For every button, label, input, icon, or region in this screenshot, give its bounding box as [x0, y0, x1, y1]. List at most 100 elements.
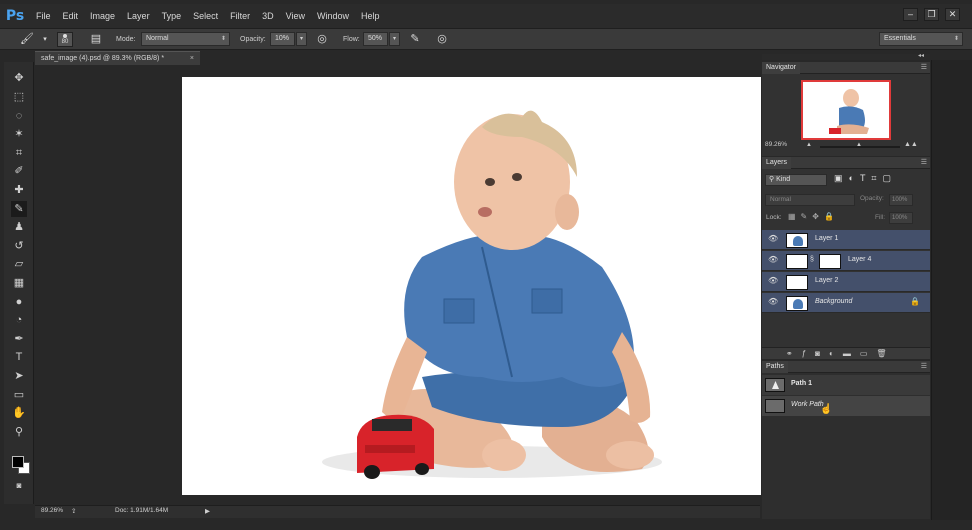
- layers-panel-header: Layers ☰: [762, 157, 930, 169]
- menu-window[interactable]: Window: [311, 4, 355, 28]
- filter-kind-value: Kind: [776, 176, 791, 183]
- visibility-eye-icon[interactable]: 👁: [768, 276, 778, 288]
- path-row[interactable]: Path 1: [762, 375, 930, 395]
- document-close-icon[interactable]: ×: [190, 52, 194, 65]
- restore-button[interactable]: ❐: [924, 8, 939, 21]
- menu-image[interactable]: Image: [84, 4, 121, 28]
- quick-mask-icon[interactable]: ◙: [11, 478, 27, 494]
- minimize-button[interactable]: –: [903, 8, 918, 21]
- layer-opacity-input[interactable]: 100%: [889, 194, 913, 206]
- layer-mask-thumbnail[interactable]: [819, 254, 841, 269]
- opacity-slider-toggle[interactable]: ▾: [296, 32, 307, 46]
- navigator-menu-icon[interactable]: ☰: [921, 62, 927, 74]
- eyedropper-tool-icon[interactable]: ✐: [11, 163, 27, 179]
- foreground-color-swatch[interactable]: [12, 456, 24, 468]
- menu-view[interactable]: View: [280, 4, 311, 28]
- flow-slider-toggle[interactable]: ▾: [389, 32, 400, 46]
- brush-preset-picker[interactable]: 80: [57, 32, 73, 47]
- visibility-eye-icon[interactable]: 👁: [768, 297, 778, 309]
- path-thumbnail: [765, 378, 785, 392]
- toolbox: ✥ ⬚ ◌ ✶ ⌗ ✐ ✚ ✎ ♟ ↺ ▱ ▦ ● ◔ ✒ T ➤ ▭ ✋ ⚲ …: [4, 62, 34, 504]
- gradient-tool-icon[interactable]: ▦: [11, 275, 27, 291]
- blend-mode-select[interactable]: Normal: [765, 194, 855, 206]
- brush-tool-icon[interactable]: ✎: [11, 201, 27, 217]
- airbrush-icon[interactable]: ✎: [408, 32, 422, 47]
- quick-select-tool-icon[interactable]: ✶: [11, 126, 27, 142]
- clone-stamp-tool-icon[interactable]: ♟: [11, 219, 27, 235]
- move-tool-icon[interactable]: ✥: [11, 70, 27, 86]
- path-name: Path 1: [791, 380, 813, 387]
- type-tool-icon[interactable]: T: [11, 349, 27, 365]
- zoom-out-icon[interactable]: ▲: [806, 142, 812, 148]
- menu-select[interactable]: Select: [187, 4, 224, 28]
- layer-row[interactable]: 👁 Layer 2: [762, 272, 930, 292]
- navigator-thumbnail[interactable]: [801, 80, 891, 140]
- document-tab[interactable]: safe_image (4).psd @ 89.3% (RGB/8) * ×: [35, 51, 200, 65]
- brush-panel-toggle-icon[interactable]: ▤: [89, 32, 103, 47]
- tab-navigator[interactable]: Navigator: [762, 62, 800, 74]
- blur-tool-icon[interactable]: ●: [11, 294, 27, 310]
- crop-tool-icon[interactable]: ⌗: [11, 145, 27, 161]
- zoom-slider-handle[interactable]: ▲: [856, 142, 862, 148]
- healing-brush-tool-icon[interactable]: ✚: [11, 182, 27, 198]
- mode-select[interactable]: Normal: [141, 32, 230, 46]
- eraser-tool-icon[interactable]: ▱: [11, 256, 27, 272]
- layer-row[interactable]: 👁 § Layer 4: [762, 251, 930, 271]
- zoom-in-icon[interactable]: ▲▲: [904, 141, 918, 148]
- layer-filter-select[interactable]: ⚲ Kind: [765, 174, 827, 186]
- lock-label: Lock:: [766, 214, 782, 221]
- fill-input[interactable]: 100%: [889, 212, 913, 224]
- status-bar: 89.26% ⇪ Doc: 1.91M/1.64M ▶: [35, 505, 760, 518]
- history-brush-tool-icon[interactable]: ↺: [11, 238, 27, 254]
- collapse-panels-icon[interactable]: ◂◂: [918, 52, 924, 59]
- layer-row[interactable]: 👁 Layer 1: [762, 230, 930, 250]
- menu-help[interactable]: Help: [355, 4, 386, 28]
- layer-row[interactable]: 👁 Background 🔒: [762, 293, 930, 313]
- marquee-tool-icon[interactable]: ⬚: [11, 89, 27, 105]
- flow-label: Flow:: [343, 36, 360, 43]
- zoom-tool-icon[interactable]: ⚲: [11, 424, 27, 440]
- menu-3d[interactable]: 3D: [256, 4, 280, 28]
- tool-preset-dropdown-icon[interactable]: ▾: [38, 32, 52, 47]
- document-title: safe_image (4).psd @ 89.3% (RGB/8) *: [41, 55, 165, 62]
- layer-name: Layer 2: [815, 277, 839, 284]
- dodge-tool-icon[interactable]: ◔: [11, 312, 27, 328]
- brush-tool-icon[interactable]: 🖌: [20, 32, 34, 47]
- link-icon: §: [810, 256, 814, 263]
- export-icon[interactable]: ⇪: [71, 507, 76, 515]
- visibility-eye-icon[interactable]: 👁: [768, 234, 778, 246]
- pen-tool-icon[interactable]: ✒: [11, 331, 27, 347]
- photoshop-logo: Ps: [5, 8, 25, 24]
- tab-paths[interactable]: Paths: [762, 361, 788, 373]
- opacity-input[interactable]: 10%: [270, 32, 295, 46]
- lock-icons[interactable]: ▦✎✥🔒: [788, 212, 839, 221]
- pressure-opacity-icon[interactable]: ◎: [315, 32, 329, 47]
- document-canvas[interactable]: [182, 77, 761, 495]
- paths-menu-icon[interactable]: ☰: [921, 361, 927, 373]
- menu-file[interactable]: File: [30, 4, 57, 28]
- layer-thumbnail: [786, 254, 808, 269]
- path-select-tool-icon[interactable]: ➤: [11, 368, 27, 384]
- workspace-select[interactable]: Essentials: [879, 32, 963, 46]
- pressure-size-icon[interactable]: ◎: [435, 32, 449, 47]
- menu-type[interactable]: Type: [156, 4, 188, 28]
- layers-menu-icon[interactable]: ☰: [921, 157, 927, 169]
- path-row[interactable]: Work Path ☝: [762, 396, 930, 416]
- right-dock-strip: [931, 60, 972, 520]
- close-button[interactable]: ✕: [945, 8, 960, 21]
- layer-filter-icons[interactable]: ▣◐T⌗▢: [834, 173, 897, 184]
- navigator-zoom-value[interactable]: 89.26%: [765, 141, 787, 148]
- menu-layer[interactable]: Layer: [121, 4, 156, 28]
- visibility-eye-icon[interactable]: 👁: [768, 255, 778, 267]
- rectangle-tool-icon[interactable]: ▭: [11, 387, 27, 403]
- tab-layers[interactable]: Layers: [762, 157, 792, 169]
- menu-filter[interactable]: Filter: [224, 4, 256, 28]
- lasso-tool-icon[interactable]: ◌: [11, 108, 27, 124]
- layer-opacity-label: Opacity:: [860, 195, 884, 202]
- hand-tool-icon[interactable]: ✋: [11, 405, 27, 421]
- menu-edit[interactable]: Edit: [57, 4, 85, 28]
- status-menu-arrow[interactable]: ▶: [205, 507, 210, 515]
- flow-input[interactable]: 50%: [363, 32, 388, 46]
- status-zoom[interactable]: 89.26%: [41, 507, 63, 514]
- layer-action-icons[interactable]: ⚭ƒ◙◐▬▭🗑: [786, 348, 896, 360]
